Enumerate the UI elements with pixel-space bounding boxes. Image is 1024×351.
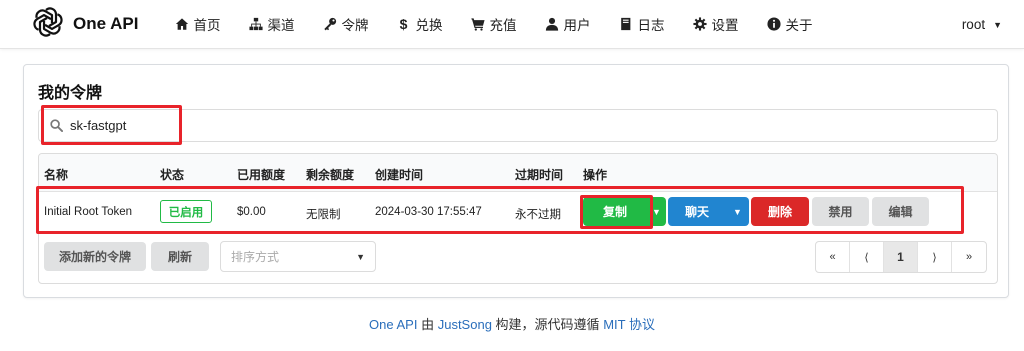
- column-header[interactable]: 创建时间: [375, 166, 423, 183]
- nav-item-redeem[interactable]: $ 兑换: [383, 0, 457, 49]
- openai-logo-icon: [32, 6, 64, 43]
- footer-author-link[interactable]: JustSong: [438, 317, 492, 332]
- add-token-button[interactable]: 添加新的令牌: [44, 242, 146, 271]
- column-header[interactable]: 名称: [44, 166, 68, 183]
- brand[interactable]: One API: [32, 0, 139, 49]
- refresh-button[interactable]: 刷新: [151, 242, 209, 271]
- user-icon: [545, 17, 559, 31]
- gear-icon: [692, 17, 707, 31]
- column-header[interactable]: 剩余额度: [306, 166, 354, 183]
- footer-license-link[interactable]: MIT 协议: [603, 317, 655, 332]
- nav-item-channels[interactable]: 渠道: [235, 0, 309, 49]
- edit-button[interactable]: 编辑: [872, 197, 929, 226]
- book-icon: [619, 17, 633, 31]
- info-icon: [766, 17, 781, 31]
- nav-item-label: 渠道: [267, 18, 295, 33]
- user-menu[interactable]: root ▼: [962, 0, 1002, 49]
- nav-item-label: 设置: [711, 18, 739, 33]
- chevron-down-icon: ▼: [356, 251, 365, 262]
- nav-item-home[interactable]: 首页: [161, 0, 235, 49]
- created-time: 2024-03-30 17:55:47: [375, 206, 482, 218]
- last-page-button[interactable]: »: [952, 242, 986, 272]
- nav-item-label: 用户: [563, 18, 591, 33]
- nav-item-topup[interactable]: 充值: [457, 0, 531, 49]
- nav-item-logs[interactable]: 日志: [605, 0, 679, 49]
- remaining-quota: 无限制: [306, 209, 341, 221]
- disable-button[interactable]: 禁用: [812, 197, 869, 226]
- footer-text: 由: [421, 317, 435, 332]
- copy-options-dropdown[interactable]: ▼: [647, 197, 666, 226]
- search-value: sk-fastgpt: [70, 118, 127, 133]
- nav-item-label: 日志: [637, 18, 665, 33]
- brand-name: One API: [73, 14, 139, 33]
- cart-icon: [470, 17, 485, 31]
- expire-time: 永不过期: [515, 209, 561, 221]
- nav-item-label: 兑换: [415, 18, 443, 33]
- site-footer: One API 由 JustSong 构建，源代码遵循 MIT 协议: [0, 314, 1024, 333]
- pagination: « ⟨ 1 ⟩ »: [815, 241, 987, 273]
- column-header: 操作: [583, 168, 608, 182]
- token-name: Initial Root Token: [44, 206, 133, 218]
- page-title: 我的令牌: [38, 85, 103, 102]
- chat-options-dropdown[interactable]: ▼: [726, 197, 749, 226]
- footer-text: 构建，源代码遵循: [495, 317, 600, 332]
- search-icon: [50, 119, 63, 132]
- nav-item-users[interactable]: 用户: [531, 0, 605, 49]
- caret-down-icon: ▼: [733, 206, 742, 217]
- main-nav: 首页 渠道 令牌 $ 兑换 充值 用户 日志 设置 关于: [161, 0, 827, 49]
- nav-item-tokens[interactable]: 令牌: [309, 0, 383, 49]
- column-header[interactable]: 过期时间: [515, 166, 563, 183]
- next-page-button[interactable]: ⟩: [918, 242, 952, 272]
- prev-page-button[interactable]: ⟨: [850, 242, 884, 272]
- caret-down-icon: ▼: [652, 206, 661, 217]
- nav-item-label: 关于: [785, 18, 813, 33]
- sitemap-icon: [248, 17, 263, 31]
- nav-item-label: 充值: [489, 18, 517, 33]
- search-input[interactable]: sk-fastgpt: [38, 109, 998, 142]
- page-1-button[interactable]: 1: [884, 242, 918, 272]
- nav-item-label: 令牌: [341, 18, 369, 33]
- dollar-icon: $: [399, 16, 408, 32]
- home-icon: [175, 17, 189, 31]
- username: root: [961, 17, 986, 32]
- column-header[interactable]: 已用额度: [237, 166, 285, 183]
- delete-button[interactable]: 删除: [751, 197, 809, 226]
- first-page-button[interactable]: «: [816, 242, 850, 272]
- chevron-down-icon: ▼: [993, 19, 1002, 30]
- used-quota: $0.00: [237, 206, 266, 218]
- nav-item-label: 首页: [193, 18, 221, 33]
- sort-select[interactable]: 排序方式 ▼: [220, 241, 376, 272]
- status-badge: 已启用: [160, 200, 212, 223]
- top-navbar: One API 首页 渠道 令牌 $ 兑换 充值 用户 日志 设置 关于 roo…: [0, 0, 1024, 49]
- sort-placeholder: 排序方式: [231, 250, 280, 264]
- copy-button[interactable]: 复制: [583, 197, 647, 226]
- key-icon: [323, 17, 337, 31]
- column-header[interactable]: 状态: [160, 166, 184, 183]
- chat-button[interactable]: 聊天: [668, 197, 726, 226]
- footer-brand-link[interactable]: One API: [369, 317, 417, 332]
- nav-item-about[interactable]: 关于: [753, 0, 827, 49]
- nav-item-settings[interactable]: 设置: [679, 0, 753, 49]
